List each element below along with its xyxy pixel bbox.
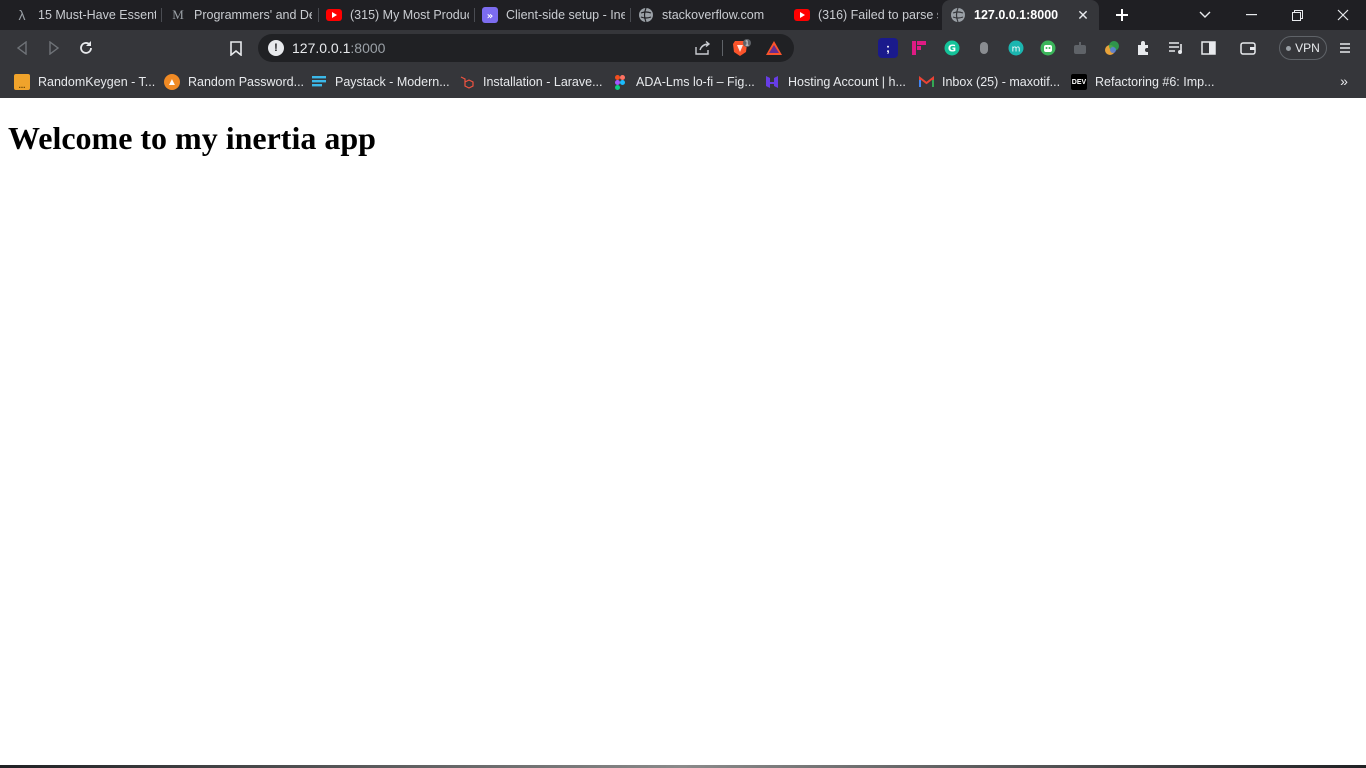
robot-extension-icon[interactable] xyxy=(1038,38,1058,58)
tab-localhost[interactable]: 127.0.0.1:8000 ✕ xyxy=(942,0,1099,30)
tab-failed-to-parse[interactable]: (316) Failed to parse sc xyxy=(794,0,938,30)
semicolon-extension-icon[interactable]: ; xyxy=(878,38,898,58)
tab-separator xyxy=(630,8,631,22)
close-window-icon[interactable] xyxy=(1320,0,1366,30)
tab-title: 127.0.0.1:8000 xyxy=(974,8,1059,22)
youtube-icon xyxy=(326,7,342,23)
bookmark-figma[interactable]: ADA-Lms lo-fi – Fig... xyxy=(612,72,755,92)
wallet-icon[interactable] xyxy=(1238,38,1258,58)
bookmarks-bar: ... RandomKeygen - T... ▲ Random Passwor… xyxy=(0,66,1366,98)
svg-text:»: » xyxy=(487,11,493,22)
forward-button[interactable] xyxy=(42,36,66,60)
password-icon: ▲ xyxy=(164,74,180,90)
bookmark-label: Installation - Larave... xyxy=(483,75,603,89)
tab-title: stackoverflow.com xyxy=(662,8,765,22)
tab-search-icon[interactable] xyxy=(1182,0,1228,30)
brave-rewards-icon[interactable] xyxy=(764,38,784,58)
bookmark-label: Random Password... xyxy=(188,75,305,89)
lambda-icon: λ xyxy=(18,7,26,23)
bookmark-label: Refactoring #6: Imp... xyxy=(1095,75,1215,89)
tab-title: Programmers' and Dev xyxy=(194,8,312,22)
tab-stackoverflow[interactable]: stackoverflow.com xyxy=(638,0,780,30)
toolbar: ! 127.0.0.1:8000 1 ; G m VPN xyxy=(0,30,1366,66)
site-info-icon[interactable]: ! xyxy=(268,40,284,56)
page-content: Welcome to my inertia app xyxy=(0,98,1366,768)
bookmark-dev[interactable]: DEV Refactoring #6: Imp... xyxy=(1071,72,1215,92)
tab-title: (316) Failed to parse sc xyxy=(818,8,938,22)
url-port: :8000 xyxy=(350,40,386,56)
restore-icon[interactable] xyxy=(1274,0,1320,30)
omnibox-divider xyxy=(722,40,723,56)
media-playlist-icon[interactable] xyxy=(1166,38,1186,58)
laravel-icon xyxy=(459,74,475,90)
bookmark-label: Paystack - Modern... xyxy=(335,75,450,89)
tab-separator xyxy=(161,8,162,22)
momentum-icon[interactable]: m xyxy=(1006,38,1026,58)
vpn-label: VPN xyxy=(1295,41,1320,55)
minimize-icon[interactable] xyxy=(1228,0,1274,30)
menu-icon[interactable] xyxy=(1335,38,1355,58)
share-icon[interactable] xyxy=(694,39,712,57)
extensions-puzzle-icon[interactable] xyxy=(1134,38,1154,58)
tab-programmers[interactable]: M Programmers' and Dev xyxy=(170,0,312,30)
page-heading: Welcome to my inertia app xyxy=(8,120,376,156)
randomkeygen-icon: ... xyxy=(14,74,30,90)
svg-text:m: m xyxy=(1012,45,1021,55)
bookmarks-overflow-icon[interactable]: » xyxy=(1336,71,1352,91)
bookmark-paystack[interactable]: Paystack - Modern... xyxy=(311,72,450,92)
bookmark-label: RandomKeygen - T... xyxy=(38,75,156,89)
vpn-button[interactable]: VPN xyxy=(1279,36,1327,60)
tab-15-must-have[interactable]: λ 15 Must-Have Essentia xyxy=(14,0,157,30)
bookmark-label: Hosting Account | h... xyxy=(788,75,906,89)
hostinger-icon xyxy=(764,74,780,90)
bot-extension-icon[interactable] xyxy=(1070,38,1090,58)
tab-my-most-productive[interactable]: (315) My Most Product xyxy=(326,0,469,30)
back-button[interactable] xyxy=(10,36,34,60)
tab-title: 15 Must-Have Essentia xyxy=(38,8,156,22)
url-host: 127.0.0.1 xyxy=(292,40,351,56)
brave-shields-icon[interactable]: 1 xyxy=(732,38,752,58)
toggl-extension-icon[interactable] xyxy=(909,38,929,58)
bookmark-gmail[interactable]: Inbox (25) - maxotif... xyxy=(918,72,1060,92)
sidebar-toggle-icon[interactable] xyxy=(1198,38,1218,58)
gmail-icon xyxy=(918,74,934,90)
tab-separator xyxy=(318,8,319,22)
mouse-extension-icon[interactable] xyxy=(974,38,994,58)
tab-strip: λ 15 Must-Have Essentia M Programmers' a… xyxy=(0,0,1366,30)
new-tab-button[interactable] xyxy=(1110,3,1134,27)
bookmark-label: Inbox (25) - maxotif... xyxy=(942,75,1061,89)
brave-badge: 1 xyxy=(745,40,749,48)
bookmark-randomkeygen[interactable]: ... RandomKeygen - T... xyxy=(14,72,155,92)
dev-icon: DEV xyxy=(1071,74,1087,90)
tab-title: Client-side setup - Iner xyxy=(506,8,625,22)
bookmark-label: ADA-Lms lo-fi – Fig... xyxy=(636,75,755,89)
paystack-icon xyxy=(311,74,327,90)
reload-button[interactable] xyxy=(74,36,98,60)
inertia-icon: » xyxy=(482,7,498,23)
medium-icon: M xyxy=(172,7,184,22)
address-bar[interactable]: ! 127.0.0.1:8000 1 xyxy=(258,34,794,62)
grammarly-icon[interactable]: G xyxy=(942,38,962,58)
bookmark-icon[interactable] xyxy=(224,36,248,60)
vpn-status-dot xyxy=(1286,45,1292,51)
bookmark-laravel[interactable]: Installation - Larave... xyxy=(459,72,603,92)
tab-title: (315) My Most Product xyxy=(350,8,469,22)
globe-icon xyxy=(638,7,654,23)
svg-text:G: G xyxy=(948,44,956,55)
bookmark-random-password[interactable]: ▲ Random Password... xyxy=(164,72,304,92)
tab-client-side-setup[interactable]: » Client-side setup - Iner xyxy=(482,0,625,30)
url-text[interactable]: 127.0.0.1:8000 xyxy=(292,40,385,56)
bookmark-hostinger[interactable]: Hosting Account | h... xyxy=(764,72,906,92)
figma-icon xyxy=(612,74,628,90)
globe-icon xyxy=(950,7,966,23)
tab-separator xyxy=(474,8,475,22)
youtube-icon xyxy=(794,7,810,23)
close-tab-icon[interactable]: ✕ xyxy=(1075,7,1091,23)
colorful-extension-icon[interactable] xyxy=(1102,38,1122,58)
